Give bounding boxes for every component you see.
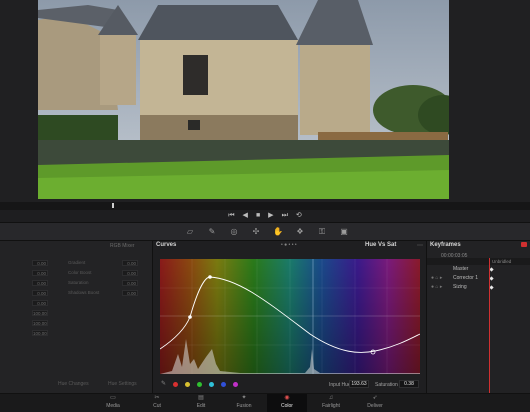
tracker-icon[interactable]: ✣ [250,226,262,237]
curves-title: Curves [156,242,177,248]
play-icon[interactable]: ▶ [268,210,273,222]
window-icon[interactable]: ◎ [228,226,240,237]
curve-control-point [208,275,212,279]
green-swatch[interactable] [197,382,202,387]
param-label: Saturation [68,280,89,285]
param-field[interactable]: 100.00 [32,310,48,316]
param-field[interactable]: 0.00 [32,290,48,296]
playhead[interactable] [112,203,114,208]
viewer-image[interactable] [38,0,449,199]
color-tools-toolbar: ▱ ✎ ◎ ✣ ✋ ❖ ⚿ ▣ [0,222,530,241]
param-field[interactable]: 0.00 [122,280,138,286]
nav-deliver[interactable]: ➶ Deliver [355,394,395,412]
stop-icon[interactable]: ■ [256,210,260,222]
panel-header: RGB Mixer [110,243,135,249]
saturation-label: Saturation [375,382,398,388]
hue-vs-sat-graph[interactable] [160,259,420,374]
key-icon[interactable]: ⚿ [316,226,328,237]
fairlight-icon: ♫ [328,395,334,401]
magic-mask-icon[interactable]: ✋ [272,226,284,237]
nav-fusion[interactable]: ✦ Fusion [224,394,264,412]
param-label: Shadows Boost [68,290,100,295]
loop-icon[interactable]: ⟲ [296,210,302,222]
keyframes-header: Unbridled [427,258,530,265]
timeline-scrubber[interactable] [0,202,530,210]
param-field[interactable]: 0.00 [32,300,48,306]
input-hue-field[interactable]: 193.63 [349,380,369,388]
curve-control-point [188,315,192,319]
go-to-end-icon[interactable]: ⏭ [282,210,288,222]
keyframe-record-icon[interactable] [521,242,527,247]
saturation-field[interactable]: 0.38 [399,380,419,388]
magenta-swatch[interactable] [233,382,238,387]
deliver-icon: ➶ [372,395,378,401]
param-field[interactable]: 0.00 [32,280,48,286]
keyframe-row-master[interactable]: Master [427,265,530,274]
nav-color[interactable]: ◉ Color [267,394,307,412]
keyframes-panel: Keyframes 00:00:03:05 Unbridled Master ●… [426,241,530,393]
nav-fairlight[interactable]: ♫ Fairlight [311,394,351,412]
transport-controls: ⏮ ◀ ■ ▶ ⏭ ⟲ [0,210,530,222]
param-field[interactable]: 0.00 [32,260,48,266]
rgb-mixer-panel: RGB Mixer 0.00 0.00 0.00 0.00 0.00 100.0… [0,241,152,393]
yellow-swatch[interactable] [185,382,190,387]
cyan-swatch[interactable] [209,382,214,387]
input-hue-label: Input Hue [329,382,351,388]
param-field[interactable]: 0.00 [122,270,138,276]
blue-swatch[interactable] [221,382,226,387]
sizing-icon[interactable]: ▣ [338,226,350,237]
media-icon: ▭ [110,395,116,401]
param-label: Color Boost [68,270,92,275]
page-navigation-bar: ▭ Media ✂ Cut ▤ Edit ✦ Fusion ◉ Color ♫ Fairli… [0,393,530,412]
curves-tool-icon[interactable]: ▱ [184,226,196,237]
param-field[interactable]: 0.00 [122,290,138,296]
go-to-start-icon[interactable]: ⏮ [228,210,234,222]
hue-changes-button[interactable]: Hue Changes [58,381,89,388]
edit-icon: ▤ [198,395,204,401]
keyframes-title: Keyframes [430,242,461,248]
eyedropper-icon[interactable]: ✎ [161,380,166,387]
blur-icon[interactable]: ❖ [294,226,306,237]
nav-edit[interactable]: ▤ Edit [181,394,221,412]
curves-footer: ✎ Input Hue 193.63 Saturation 0.38 [153,377,427,393]
param-field[interactable]: 0.00 [122,260,138,266]
nav-cut[interactable]: ✂ Cut [137,394,177,412]
nav-media[interactable]: ▭ Media [93,394,133,412]
cut-icon: ✂ [154,395,160,401]
curve-mode-dropdown[interactable]: Hue Vs Sat [365,242,396,248]
step-back-icon[interactable]: ◀ [243,210,248,222]
keyframe-playhead[interactable] [489,258,490,393]
keyframe-row-sizing[interactable]: ● ⌂ ▸ Sizing [427,283,530,292]
color-icon: ◉ [284,395,290,401]
param-field[interactable]: 100.00 [32,330,48,336]
more-options-icon[interactable]: ⋯ [417,242,423,249]
keyframe-mode-label[interactable]: Unbridled [492,259,511,264]
param-label: Gradient [68,260,86,265]
hue-settings-button[interactable]: Hue Settings [108,381,137,388]
red-swatch[interactable] [173,382,178,387]
fusion-icon: ✦ [241,395,247,401]
param-field[interactable]: 100.00 [32,320,48,326]
page-dots[interactable]: • ● • • • [281,242,297,248]
keyframe-row-corrector[interactable]: ● ⌂ ▸ Corrector 1 [427,274,530,283]
qualifier-eyedropper-icon[interactable]: ✎ [206,226,218,237]
param-field[interactable]: 0.00 [32,270,48,276]
curves-panel: Curves • ● • • • Hue Vs Sat ⋯ ✎ Input Hu… [152,241,427,393]
